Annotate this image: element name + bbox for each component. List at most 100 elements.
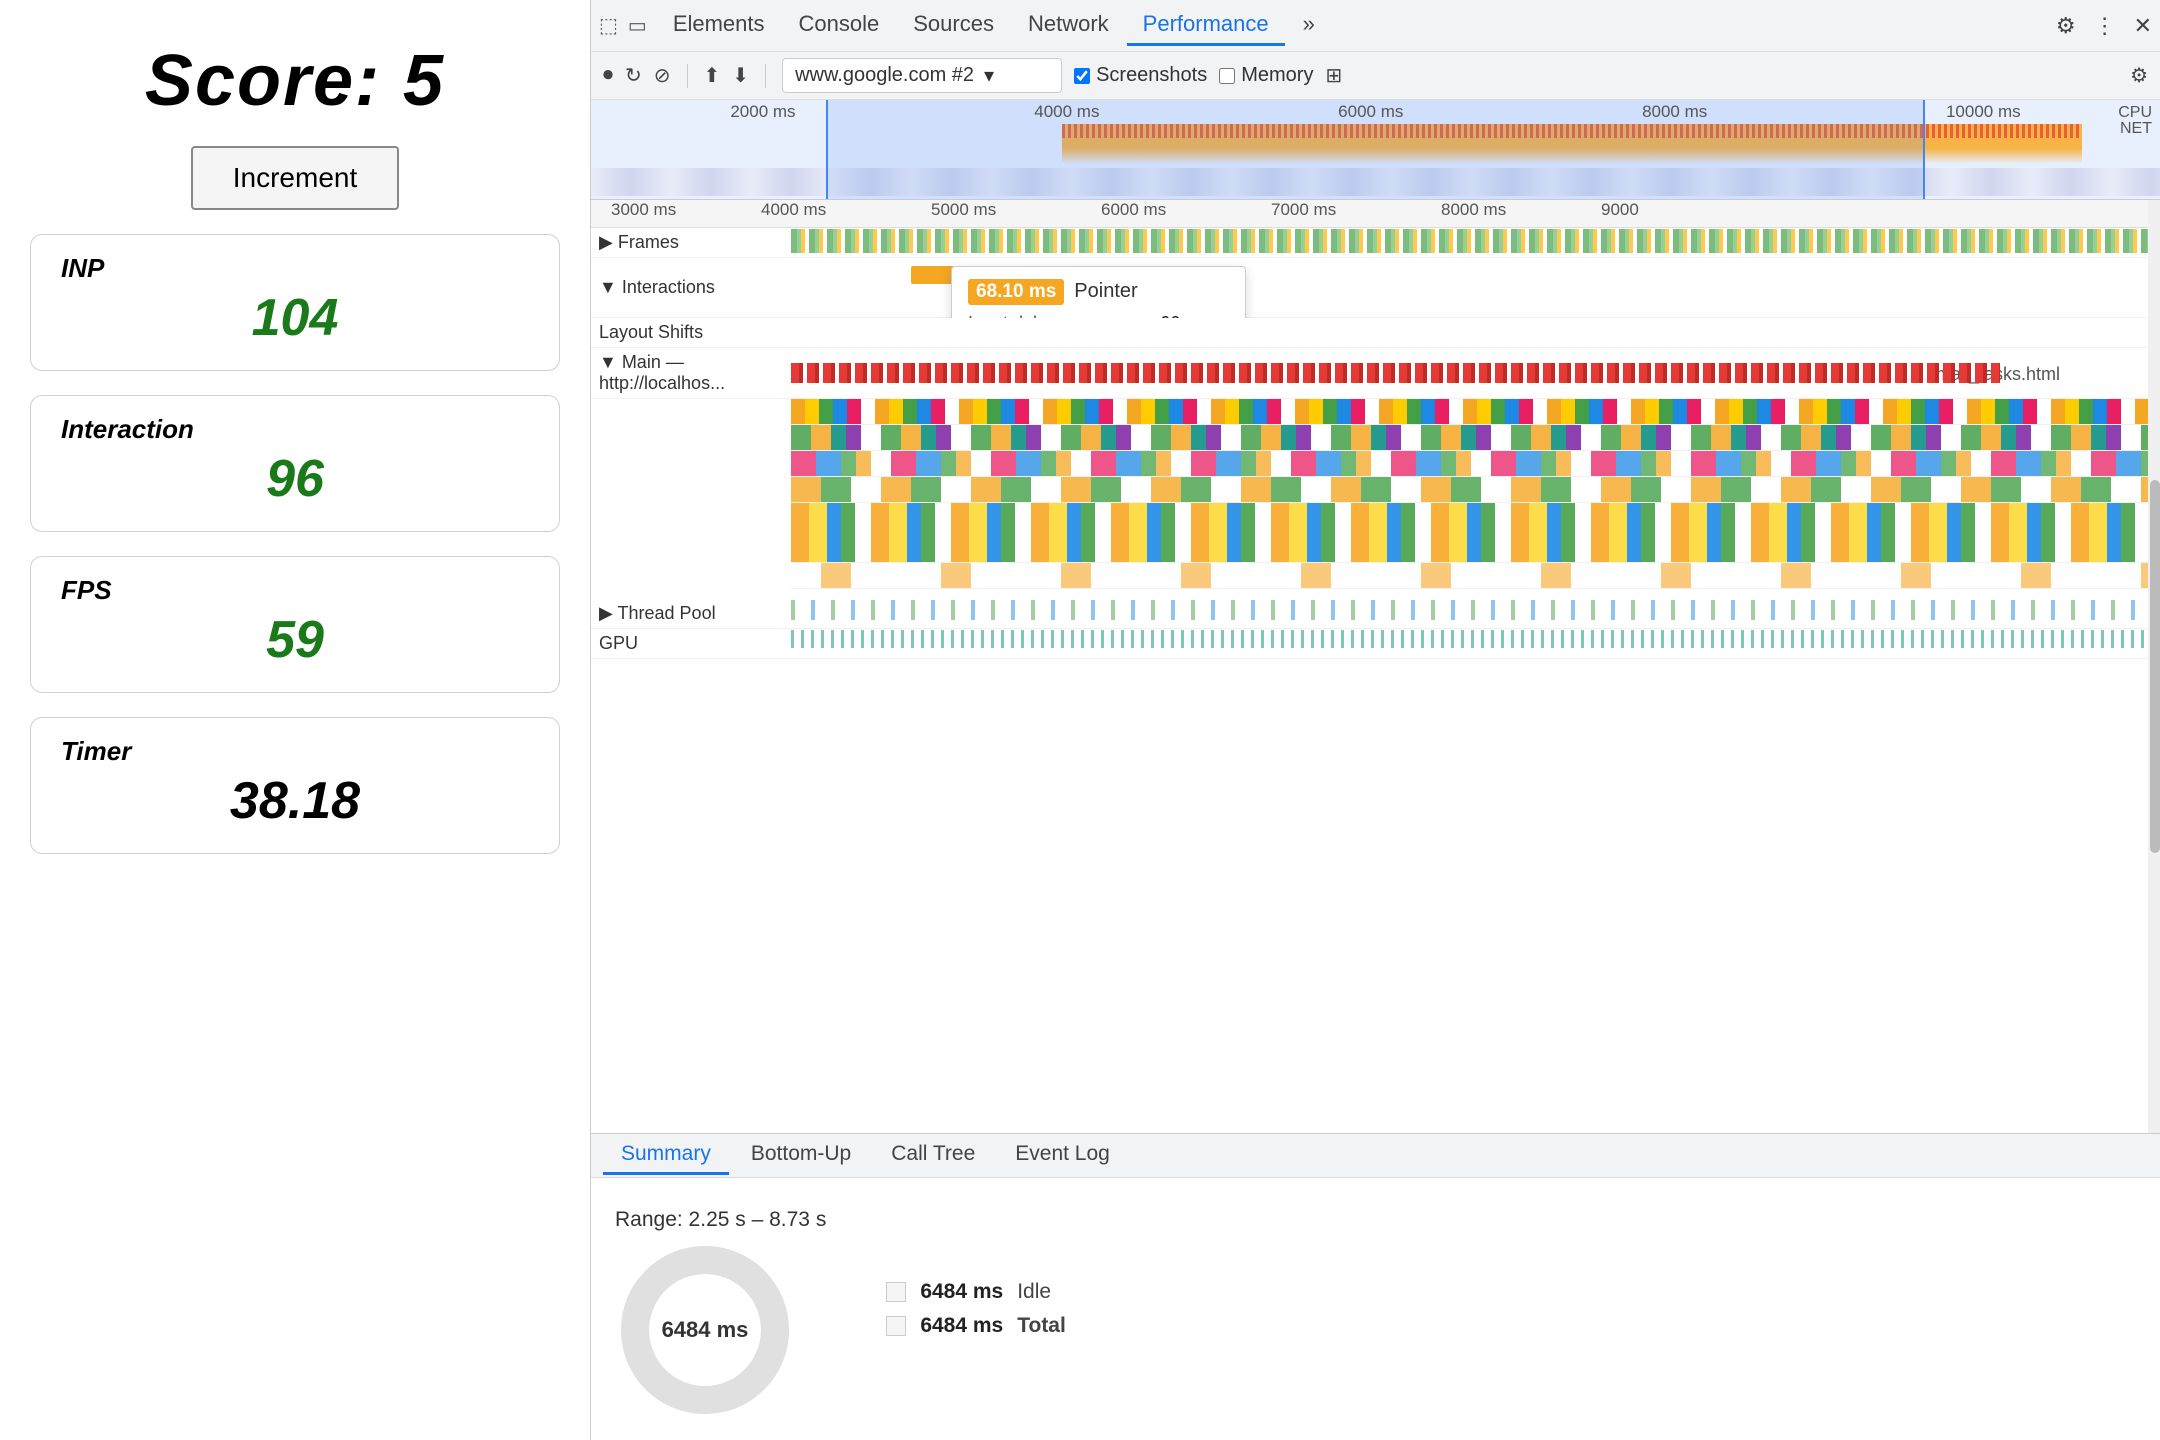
capture-settings-icon[interactable]: ⊞ [1325, 63, 1342, 88]
gpu-content [791, 630, 2160, 658]
idle-stat-box [886, 1282, 906, 1302]
summary-stats: 6484 ms Idle 6484 ms Total [886, 1198, 1066, 1420]
tooltip-type: Pointer [1074, 280, 1137, 303]
clear-icon[interactable]: ⊘ [654, 63, 671, 88]
layout-shifts-content [791, 319, 2160, 347]
gpu-label[interactable]: GPU [591, 629, 791, 658]
thread-pool-track: ▶ Thread Pool [591, 599, 2160, 629]
devtools-action-icons: ⚙ ⋮ ✕ [2056, 13, 2152, 39]
gpu-bar [791, 630, 2160, 648]
interactions-content: 68.10 ms Pointer Input delay 66ms Proces… [791, 258, 2160, 318]
refresh-record-icon[interactable]: ↻ [625, 63, 642, 88]
toolbar-separator-1 [687, 64, 688, 88]
screenshots-checkbox[interactable] [1074, 68, 1090, 84]
ruler-4000: 4000 ms [761, 200, 826, 220]
devtools-tab-bar: ⬚ ▭ Elements Console Sources Network Per… [591, 0, 2160, 52]
bottom-tab-bar: Summary Bottom-Up Call Tree Event Log [591, 1134, 2160, 1178]
tooltip-title: 68.10 ms Pointer [968, 279, 1229, 305]
score-display: Score: 5 [145, 40, 445, 122]
ruler-6000: 6000 ms [1101, 200, 1166, 220]
inp-card: INP 104 [30, 234, 560, 371]
idle-label: Idle [1017, 1280, 1051, 1304]
settings-gear-icon[interactable]: ⚙ [2056, 13, 2076, 39]
summary-left: Range: 2.25 s – 8.73 s 6484 ms [615, 1198, 826, 1420]
interaction-tooltip: 68.10 ms Pointer Input delay 66ms Proces… [951, 266, 1246, 318]
frames-content [791, 229, 2160, 257]
close-icon[interactable]: ✕ [2134, 13, 2152, 39]
interactions-label[interactable]: ▼ Interactions [591, 273, 791, 302]
interaction-card: Interaction 96 [30, 395, 560, 532]
tab-event-log[interactable]: Event Log [997, 1136, 1128, 1175]
scrollbar-track[interactable] [2148, 200, 2160, 1133]
layout-shifts-track: Layout Shifts [591, 318, 2160, 348]
tab-bottom-up[interactable]: Bottom-Up [733, 1136, 869, 1175]
ruler-9000: 9000 [1601, 200, 1639, 220]
flame-row-5 [791, 563, 2160, 589]
flame-row-4 [791, 477, 2160, 503]
timeline-overview[interactable]: 2000 ms 4000 ms 6000 ms 8000 ms 10000 ms… [591, 100, 2160, 200]
thread-pool-label[interactable]: ▶ Thread Pool [591, 599, 791, 628]
inspect-icon[interactable]: ⬚ [599, 13, 618, 38]
total-stat-row: 6484 ms Total [886, 1314, 1066, 1338]
url-dropdown-icon[interactable]: ▾ [984, 63, 994, 88]
total-stat-box [886, 1316, 906, 1336]
tab-more[interactable]: » [1287, 5, 1331, 46]
timeline-detail[interactable]: 3000 ms 4000 ms 5000 ms 6000 ms 7000 ms … [591, 200, 2160, 1133]
download-icon[interactable]: ⬇ [732, 63, 749, 88]
screenshots-checkbox-label: Screenshots [1074, 64, 1207, 87]
scrollbar-thumb[interactable] [2150, 480, 2160, 853]
tab-summary[interactable]: Summary [603, 1136, 729, 1175]
tab-network[interactable]: Network [1012, 5, 1125, 46]
main-thread-red-bar [791, 363, 2000, 383]
interaction-value: 96 [61, 449, 529, 509]
record-icon[interactable]: ⏺ [603, 64, 613, 87]
tooltip-input-delay-row: Input delay 66ms [968, 313, 1229, 318]
ruler-7000: 7000 ms [1271, 200, 1336, 220]
overview-time-0: 2000 ms [730, 102, 795, 122]
tab-console[interactable]: Console [783, 5, 896, 46]
tab-sources[interactable]: Sources [897, 5, 1010, 46]
donut-chart: 6484 ms [615, 1240, 795, 1420]
total-label: Total [1017, 1314, 1066, 1338]
more-options-icon[interactable]: ⋮ [2094, 13, 2116, 39]
ruler-3000: 3000 ms [611, 200, 676, 220]
tab-elements[interactable]: Elements [657, 5, 781, 46]
timer-label: Timer [61, 736, 529, 767]
layout-shifts-label[interactable]: Layout Shifts [591, 318, 791, 347]
increment-button[interactable]: Increment [191, 146, 400, 210]
tab-call-tree[interactable]: Call Tree [873, 1136, 993, 1175]
ruler-5000: 5000 ms [931, 200, 996, 220]
flame-row-1 [791, 399, 2160, 425]
summary-content: Range: 2.25 s – 8.73 s 6484 ms 6484 ms I… [591, 1178, 2160, 1440]
fps-value: 59 [61, 610, 529, 670]
overview-time-4: 10000 ms [1946, 102, 2021, 122]
gpu-track: GPU [591, 629, 2160, 659]
timeline-ruler: 3000 ms 4000 ms 5000 ms 6000 ms 7000 ms … [591, 200, 2160, 228]
thread-pool-bar [791, 600, 2160, 620]
memory-checkbox-label: Memory [1219, 64, 1313, 87]
inp-label: INP [61, 253, 529, 284]
bottom-panel: Summary Bottom-Up Call Tree Event Log Ra… [591, 1133, 2160, 1440]
donut-center-label: 6484 ms [662, 1317, 749, 1343]
tab-performance[interactable]: Performance [1127, 5, 1285, 46]
fps-label: FPS [61, 575, 529, 606]
ruler-8000: 8000 ms [1441, 200, 1506, 220]
inp-value: 104 [61, 288, 529, 348]
tooltip-input-delay-label: Input delay [968, 313, 1148, 318]
overview-time-1: 4000 ms [1034, 102, 1099, 122]
toolbar-separator-2 [765, 64, 766, 88]
url-display: www.google.com #2 ▾ [782, 58, 1062, 93]
toolbar-settings-icon[interactable]: ⚙ [2130, 63, 2148, 88]
frames-label[interactable]: ▶ Frames [591, 228, 791, 257]
url-text: www.google.com #2 [795, 64, 974, 87]
fps-card: FPS 59 [30, 556, 560, 693]
tooltip-ms: 68.10 ms [968, 279, 1064, 305]
device-icon[interactable]: ▭ [628, 13, 647, 38]
upload-icon[interactable]: ⬆ [704, 63, 721, 88]
net-label: NET [2120, 120, 2152, 138]
memory-label: Memory [1241, 64, 1313, 87]
overview-time-3: 8000 ms [1642, 102, 1707, 122]
interaction-label: Interaction [61, 414, 529, 445]
memory-checkbox[interactable] [1219, 68, 1235, 84]
main-thread-label[interactable]: ▼ Main — http://localhos... [591, 348, 791, 398]
